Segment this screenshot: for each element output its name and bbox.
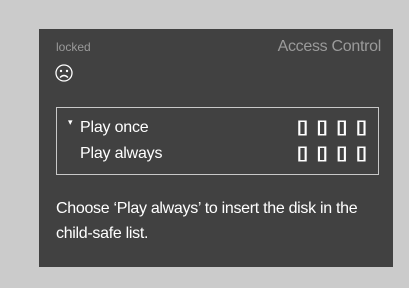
code-slot[interactable]: []: [337, 116, 347, 140]
code-slot[interactable]: []: [337, 142, 347, 166]
access-control-panel: locked Access Control ▾ Play once [] [] …: [39, 29, 393, 267]
code-slots: [] [] [] []: [297, 116, 366, 140]
menu-item-play-always[interactable]: Play always [] [] [] []: [57, 142, 378, 166]
lock-status: locked: [56, 40, 91, 54]
selection-cursor-icon: ▾: [68, 117, 73, 127]
help-text: Choose ‘Play always’ to insert the disk …: [56, 200, 358, 242]
code-slot[interactable]: []: [317, 142, 327, 166]
code-slot[interactable]: []: [356, 142, 366, 166]
code-slots: [] [] [] []: [297, 142, 366, 166]
code-slot[interactable]: []: [297, 142, 307, 166]
menu-item-play-once[interactable]: ▾ Play once [] [] [] []: [57, 116, 378, 140]
code-slot[interactable]: []: [297, 116, 307, 140]
sad-face-icon: [55, 64, 73, 82]
menu-item-label: Play always: [80, 145, 163, 162]
page-title: Access Control: [277, 38, 382, 55]
play-options-menu: ▾ Play once [] [] [] [] Play always [] […: [56, 107, 379, 175]
menu-item-label: Play once: [80, 119, 149, 136]
code-slot[interactable]: []: [356, 116, 366, 140]
code-slot[interactable]: []: [317, 116, 327, 140]
